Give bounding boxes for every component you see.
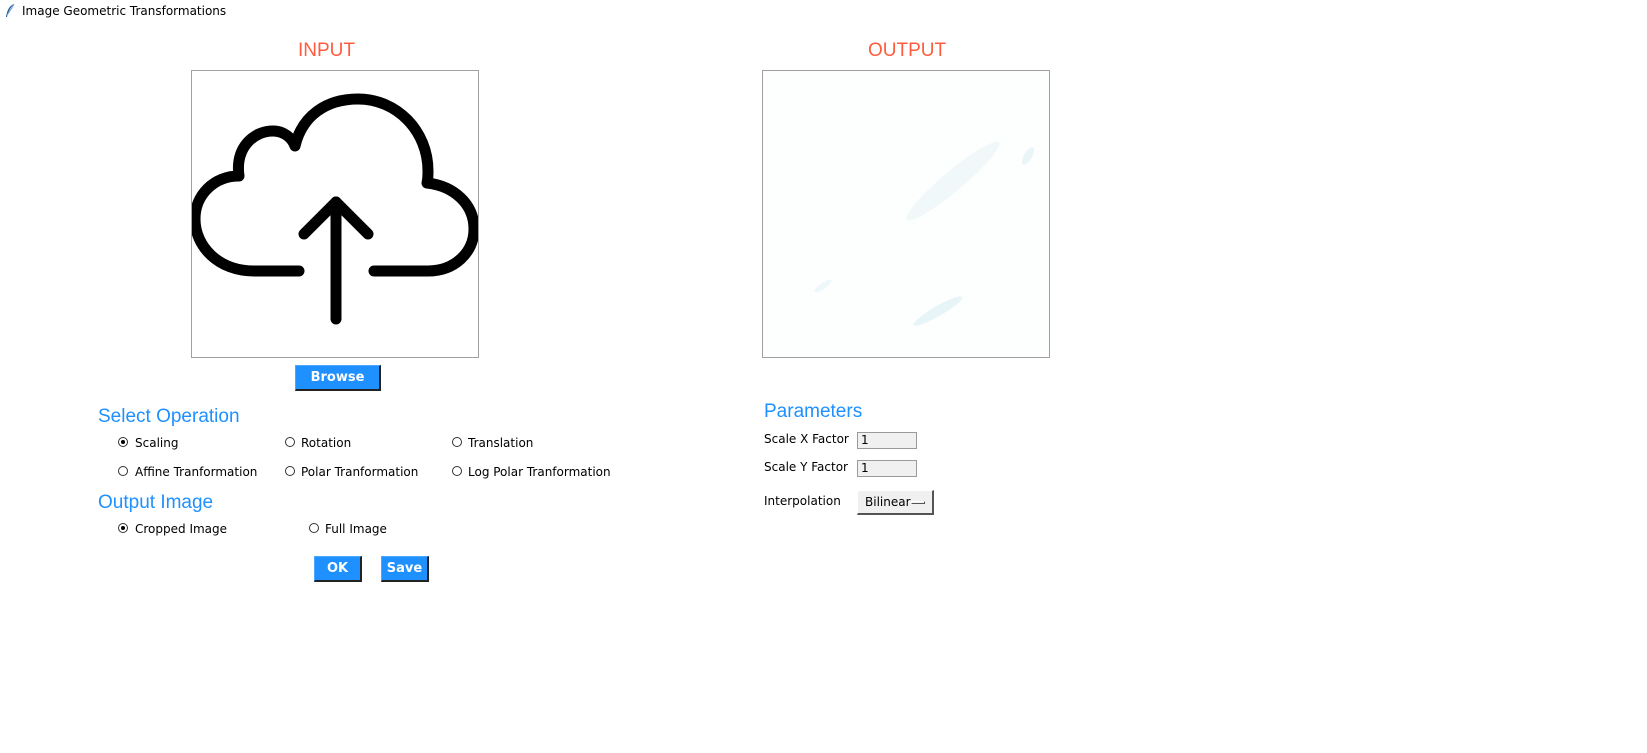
radio-affine-label: Affine Tranformation bbox=[135, 465, 258, 479]
ok-button[interactable]: OK bbox=[314, 556, 362, 582]
select-operation-heading: Select Operation bbox=[98, 406, 240, 427]
output-image-heading: Output Image bbox=[98, 492, 214, 513]
radio-scaling[interactable] bbox=[118, 437, 128, 447]
radio-indicator[interactable] bbox=[118, 437, 128, 447]
save-button[interactable]: Save bbox=[381, 556, 429, 582]
radio-indicator[interactable] bbox=[285, 466, 295, 476]
radio-indicator[interactable] bbox=[452, 437, 462, 447]
radio-affine[interactable] bbox=[118, 466, 128, 476]
input-heading: INPUT bbox=[298, 40, 355, 61]
parameters-heading: Parameters bbox=[764, 401, 863, 422]
radio-indicator[interactable] bbox=[118, 466, 128, 476]
radio-indicator[interactable] bbox=[452, 466, 462, 476]
radio-indicator[interactable] bbox=[285, 437, 295, 447]
feather-icon bbox=[6, 3, 15, 17]
interpolation-select[interactable]: Bilinear bbox=[857, 490, 934, 515]
radio-cropped-image[interactable] bbox=[118, 523, 128, 533]
radio-full-image-label: Full Image bbox=[325, 522, 387, 536]
radio-cropped-image-label: Cropped Image bbox=[135, 522, 228, 536]
radio-rotation-label: Rotation bbox=[301, 436, 352, 450]
window-title: Image Geometric Transformations bbox=[22, 4, 227, 18]
radio-log-polar-label: Log Polar Tranformation bbox=[468, 465, 611, 479]
scale-x-label: Scale X Factor bbox=[764, 432, 849, 446]
cloud-upload-icon bbox=[189, 93, 480, 325]
title-bar: Image Geometric Transformations bbox=[0, 0, 1647, 24]
scale-x-input[interactable]: 1 bbox=[857, 432, 917, 449]
output-image-frame bbox=[762, 70, 1050, 358]
radio-rotation[interactable] bbox=[285, 437, 295, 447]
radio-log-polar[interactable] bbox=[452, 466, 462, 476]
option-menu-indicator-icon bbox=[911, 501, 925, 504]
radio-polar-label: Polar Tranformation bbox=[301, 465, 419, 479]
radio-translation-label: Translation bbox=[468, 436, 534, 450]
radio-polar[interactable] bbox=[285, 466, 295, 476]
input-image-frame bbox=[189, 70, 480, 358]
radio-scaling-label: Scaling bbox=[135, 436, 179, 450]
output-image bbox=[763, 71, 1049, 357]
radio-full-image[interactable] bbox=[309, 523, 319, 533]
radio-translation[interactable] bbox=[452, 437, 462, 447]
scale-y-input[interactable]: 1 bbox=[857, 460, 917, 477]
radio-indicator[interactable] bbox=[118, 523, 128, 533]
scale-y-label: Scale Y Factor bbox=[764, 460, 848, 474]
radio-indicator[interactable] bbox=[309, 523, 319, 533]
browse-button[interactable]: Browse bbox=[295, 365, 381, 391]
interpolation-value: Bilinear bbox=[865, 495, 911, 509]
output-heading: OUTPUT bbox=[868, 40, 947, 61]
interpolation-label: Interpolation bbox=[764, 494, 841, 508]
